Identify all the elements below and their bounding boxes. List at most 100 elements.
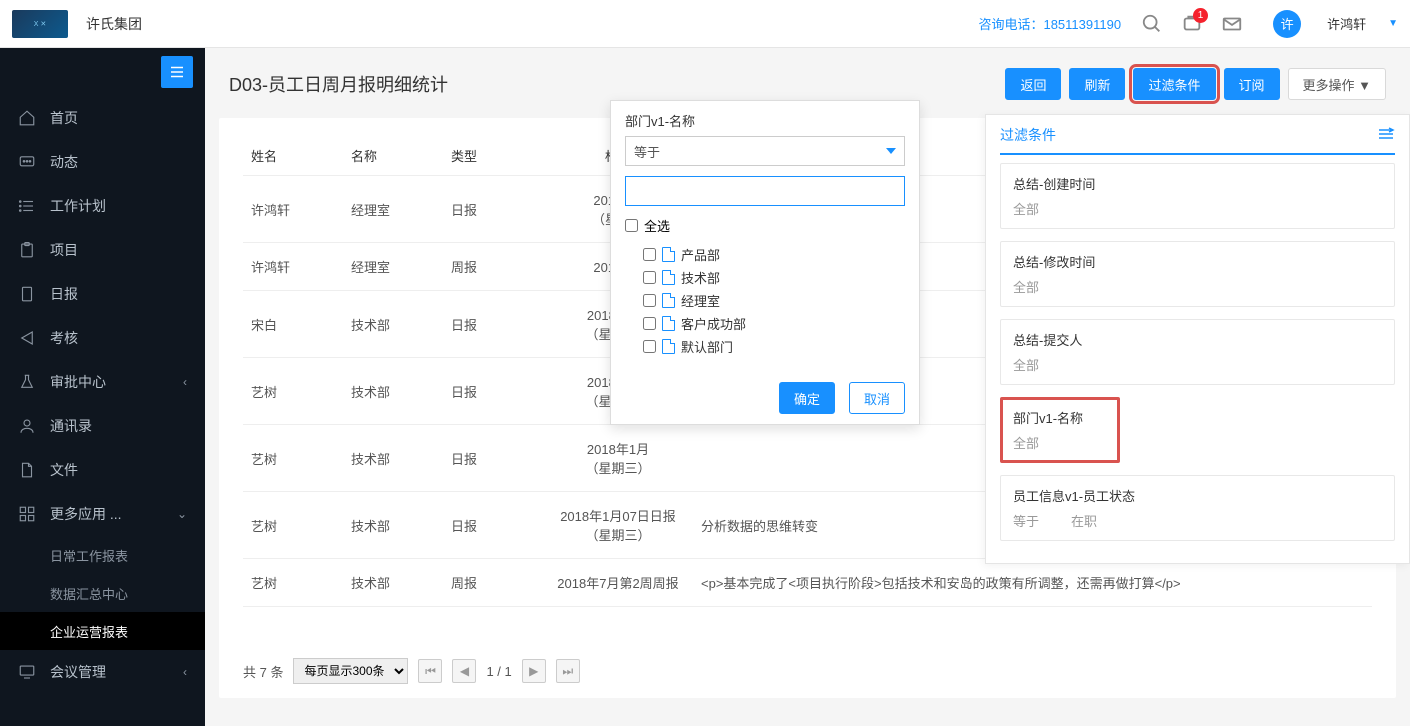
home-icon — [18, 109, 36, 127]
doc-icon — [662, 339, 675, 354]
list-icon — [18, 197, 36, 215]
filter-card[interactable]: 总结-提交人全部 — [1000, 319, 1395, 385]
cell-title: 2018年7月第2周周报 — [543, 559, 693, 607]
refresh-button[interactable]: 刷新 — [1069, 68, 1125, 100]
app-header: X ✕ 许氏集团 咨询电话：18511391190 1 许 许鸿轩 ▼ — [0, 0, 1410, 48]
search-icon[interactable] — [1141, 13, 1163, 35]
tree-option[interactable]: 经理室 — [643, 289, 905, 312]
cell-dept: 经理室 — [343, 176, 443, 243]
sidebar-item-grid[interactable]: 更多应用 ...⌄ — [0, 492, 205, 536]
cell-name: 许鸿轩 — [243, 176, 343, 243]
sidebar-item-user[interactable]: 通讯录 — [0, 404, 205, 448]
user-dropdown-arrow[interactable]: ▼ — [1388, 18, 1398, 29]
filter-card-value: 全部 — [1013, 277, 1382, 296]
sidebar-item-flask[interactable]: 审批中心‹ — [0, 360, 205, 404]
sidebar-subitem[interactable]: 数据汇总中心 — [0, 574, 205, 612]
pagination: 共 7 条 每页显示300条 ⏮ ◀ 1 / 1 ▶ ⏭ — [243, 658, 580, 684]
more-actions-button[interactable]: 更多操作 ▼ — [1288, 68, 1386, 100]
flask-icon — [18, 373, 36, 391]
sidebar-subitem[interactable]: 日常工作报表 — [0, 536, 205, 574]
operator-select[interactable]: 等于 — [625, 136, 905, 166]
company-name: 许氏集团 — [86, 14, 978, 34]
chevron-down-icon: ⌄ — [177, 507, 187, 521]
cell-dept: 技术部 — [343, 425, 443, 492]
tree-option[interactable]: 技术部 — [643, 266, 905, 289]
cell-name: 宋白 — [243, 291, 343, 358]
sidebar-item-label: 文件 — [50, 460, 78, 480]
hamburger-icon[interactable] — [161, 56, 193, 88]
sidebar-item-label: 首页 — [50, 108, 78, 128]
total-count: 共 7 条 — [243, 662, 283, 681]
sidebar-toggle-row — [0, 48, 205, 96]
select-all-checkbox[interactable]: 全选 — [625, 212, 905, 239]
doc-icon — [662, 247, 675, 262]
back-button[interactable]: 返回 — [1005, 68, 1061, 100]
th-name: 姓名 — [243, 136, 343, 176]
cancel-button[interactable]: 取消 — [849, 382, 905, 414]
subscribe-button[interactable]: 订阅 — [1224, 68, 1280, 100]
filter-card-value: 等于在职 — [1013, 511, 1382, 530]
sidebar-item-monitor[interactable]: 会议管理‹ — [0, 650, 205, 694]
sidebar-item-doc[interactable]: 日报 — [0, 272, 205, 316]
cell-type: 日报 — [443, 425, 543, 492]
clipboard-icon — [18, 241, 36, 259]
chevron-down-icon — [886, 148, 896, 154]
filter-card[interactable]: 总结-创建时间全部 — [1000, 163, 1395, 229]
page-size-select[interactable]: 每页显示300条 — [293, 658, 408, 684]
doc-icon — [18, 285, 36, 303]
logo: X ✕ — [12, 10, 68, 38]
cell-type: 日报 — [443, 492, 543, 559]
filter-button[interactable]: 过滤条件 — [1133, 68, 1215, 100]
filter-panel: 过滤条件 总结-创建时间全部总结-修改时间全部总结-提交人全部部门v1-名称全部… — [985, 114, 1410, 564]
first-page-button[interactable]: ⏮ — [418, 659, 442, 683]
sidebar-item-label: 工作计划 — [50, 196, 106, 216]
cell-dept: 技术部 — [343, 358, 443, 425]
doc-icon — [662, 293, 675, 308]
doc-icon — [662, 270, 675, 285]
tree-option[interactable]: 默认部门 — [643, 335, 905, 358]
filter-search-input[interactable] — [625, 176, 905, 206]
sidebar-item-chat[interactable]: 动态 — [0, 140, 205, 184]
next-page-button[interactable]: ▶ — [522, 659, 546, 683]
grid-icon — [18, 505, 36, 523]
th-dept: 名称 — [343, 136, 443, 176]
filter-card-title: 总结-提交人 — [1013, 330, 1382, 349]
notification-icon[interactable]: 1 — [1181, 13, 1203, 35]
cell-name: 许鸿轩 — [243, 243, 343, 291]
username[interactable]: 许鸿轩 — [1327, 14, 1366, 33]
prev-page-button[interactable]: ◀ — [452, 659, 476, 683]
cell-name: 艺树 — [243, 492, 343, 559]
avatar[interactable]: 许 — [1273, 10, 1301, 38]
filter-card-value: 全部 — [1013, 433, 1107, 452]
sidebar-item-file[interactable]: 文件 — [0, 448, 205, 492]
cell-dept: 技术部 — [343, 291, 443, 358]
sidebar-item-label: 通讯录 — [50, 416, 92, 436]
filter-panel-header: 过滤条件 — [1000, 125, 1395, 155]
cell-type: 日报 — [443, 291, 543, 358]
ok-button[interactable]: 确定 — [779, 382, 835, 414]
filter-card[interactable]: 总结-修改时间全部 — [1000, 241, 1395, 307]
mail-icon[interactable] — [1221, 13, 1243, 35]
tree-option[interactable]: 客户成功部 — [643, 312, 905, 335]
sidebar-item-label: 动态 — [50, 152, 78, 172]
cell-name: 艺树 — [243, 358, 343, 425]
sidebar-subitem[interactable]: 企业运营报表 — [0, 612, 205, 650]
sidebar-item-home[interactable]: 首页 — [0, 96, 205, 140]
sidebar-item-label: 考核 — [50, 328, 78, 348]
chevron-left-icon: ‹ — [183, 375, 187, 389]
sidebar: 首页动态工作计划项目日报考核审批中心‹ 通讯录文件更多应用 ...⌄日常工作报表数… — [0, 48, 205, 726]
filter-card[interactable]: 员工信息v1-员工状态等于在职 — [1000, 475, 1395, 541]
cell-name: 艺树 — [243, 559, 343, 607]
last-page-button[interactable]: ⏭ — [556, 659, 580, 683]
sidebar-item-share[interactable]: 考核 — [0, 316, 205, 360]
filter-card[interactable]: 部门v1-名称全部 — [1000, 397, 1120, 463]
option-tree: 产品部技术部经理室客户成功部默认部门 — [625, 239, 905, 362]
user-icon — [18, 417, 36, 435]
tree-option[interactable]: 产品部 — [643, 243, 905, 266]
filter-popover: 部门v1-名称 等于 全选 产品部技术部经理室客户成功部默认部门 确定 取消 — [610, 100, 920, 425]
sidebar-item-list[interactable]: 工作计划 — [0, 184, 205, 228]
filter-collapse-icon[interactable] — [1377, 127, 1395, 144]
sidebar-item-clipboard[interactable]: 项目 — [0, 228, 205, 272]
table-row[interactable]: 艺树技术部周报2018年7月第2周周报<p>基本完成了<项目执行阶段>包括技术和… — [243, 559, 1372, 607]
cell-title: 2018年1月 （星期三） — [543, 425, 693, 492]
